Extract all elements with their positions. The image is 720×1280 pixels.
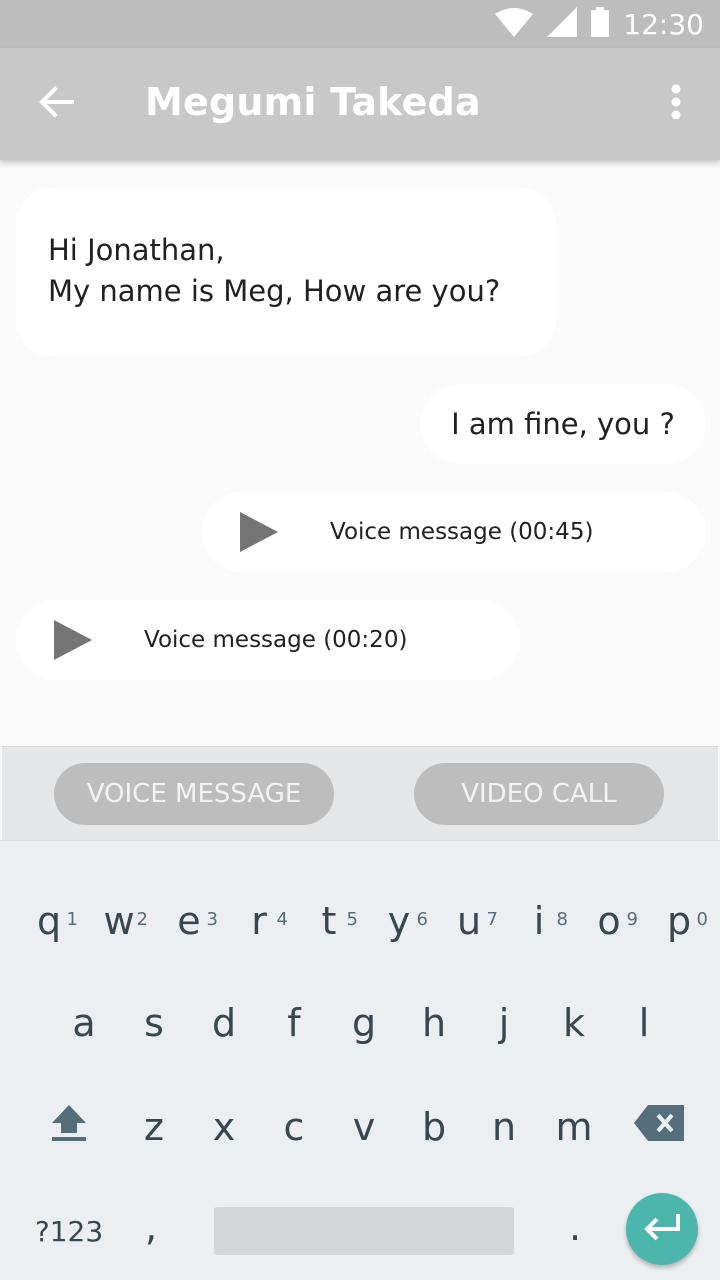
play-icon[interactable] — [52, 618, 96, 662]
key-f[interactable]: f — [259, 973, 329, 1073]
wifi-icon — [495, 7, 534, 42]
key-hint: 6 — [416, 909, 428, 930]
key-label: i — [533, 899, 545, 943]
key-hint: 7 — [486, 909, 498, 930]
cell-signal-icon — [547, 6, 578, 42]
key-d[interactable]: d — [189, 973, 259, 1073]
key-u[interactable]: u7 — [434, 871, 504, 971]
key-q[interactable]: q1 — [14, 871, 84, 971]
outgoing-message-bubble: I am fine, you ? — [420, 384, 706, 464]
key-hint: 2 — [136, 909, 148, 930]
chat-thread[interactable]: Hi Jonathan, My name is Meg, How are you… — [0, 160, 720, 746]
status-bar: 12:30 — [0, 0, 720, 48]
app-bar: Megumi Takeda — [0, 48, 720, 160]
key-i[interactable]: i8 — [504, 871, 574, 971]
key-j[interactable]: j — [469, 973, 539, 1073]
backspace-icon — [634, 1104, 684, 1150]
more-vert-icon — [671, 84, 681, 125]
spacebar[interactable] — [214, 1207, 514, 1255]
key-label: e — [177, 899, 201, 943]
key-x[interactable]: x — [189, 1077, 259, 1177]
key-t[interactable]: t5 — [294, 871, 364, 971]
play-icon[interactable] — [238, 510, 282, 554]
outgoing-voice-message[interactable]: Voice message (00:45) — [202, 492, 706, 572]
video-call-button[interactable]: VIDEO CALL — [414, 763, 664, 825]
period-key[interactable]: . — [540, 1177, 610, 1277]
key-label: q — [36, 899, 62, 943]
key-m[interactable]: m — [539, 1077, 609, 1177]
incoming-voice-message[interactable]: Voice message (00:20) — [16, 600, 520, 680]
back-button[interactable] — [30, 78, 82, 130]
key-g[interactable]: g — [329, 973, 399, 1073]
key-label: p — [666, 899, 692, 943]
key-k[interactable]: k — [539, 973, 609, 1073]
quick-actions-bar: VOICE MESSAGE VIDEO CALL — [2, 746, 718, 840]
backspace-key[interactable] — [624, 1077, 694, 1177]
key-hint: 3 — [206, 909, 218, 930]
voice-message-button[interactable]: VOICE MESSAGE — [54, 763, 334, 825]
key-label: w — [103, 899, 135, 943]
comma-key[interactable]: , — [116, 1177, 186, 1277]
shift-icon — [50, 1103, 88, 1152]
enter-key[interactable] — [626, 1193, 698, 1265]
more-options-button[interactable] — [658, 82, 694, 126]
key-hint: 0 — [696, 909, 708, 930]
key-hint: 4 — [276, 909, 288, 930]
key-l[interactable]: l — [609, 973, 679, 1073]
key-label: u — [456, 899, 482, 943]
key-c[interactable]: c — [259, 1077, 329, 1177]
key-hint: 9 — [626, 909, 638, 930]
key-label: r — [251, 899, 267, 943]
key-y[interactable]: y6 — [364, 871, 434, 971]
key-r[interactable]: r4 — [224, 871, 294, 971]
key-w[interactable]: w2 — [84, 871, 154, 971]
key-hint: 1 — [66, 909, 78, 930]
incoming-message-bubble: Hi Jonathan, My name is Meg, How are you… — [16, 188, 556, 356]
message-line: My name is Meg, How are you? — [48, 274, 501, 308]
shift-key[interactable] — [34, 1077, 104, 1177]
key-a[interactable]: a — [49, 973, 119, 1073]
soft-keyboard: q1 w2 e3 r4 t5 y6 u7 i8 o9 p0 a s d f g … — [0, 840, 720, 1280]
key-z[interactable]: z — [119, 1077, 189, 1177]
voice-message-label: Voice message (00:20) — [144, 627, 408, 653]
battery-icon — [591, 6, 610, 42]
key-o[interactable]: o9 — [574, 871, 644, 971]
status-time: 12:30 — [623, 7, 704, 41]
status-icons: 12:30 — [495, 6, 704, 42]
key-s[interactable]: s — [119, 973, 189, 1073]
key-h[interactable]: h — [399, 973, 469, 1073]
key-b[interactable]: b — [399, 1077, 469, 1177]
key-label: t — [321, 899, 337, 943]
key-hint: 8 — [556, 909, 568, 930]
key-v[interactable]: v — [329, 1077, 399, 1177]
message-text: I am fine, you ? — [451, 407, 675, 441]
symbols-key[interactable]: ?123 — [24, 1181, 114, 1280]
key-e[interactable]: e3 — [154, 871, 224, 971]
key-label: y — [387, 899, 411, 943]
arrow-back-icon — [38, 85, 74, 123]
voice-message-label: Voice message (00:45) — [330, 519, 594, 545]
contact-name-title: Megumi Takeda — [145, 80, 481, 124]
enter-arrow-icon — [642, 1212, 682, 1247]
key-label: o — [597, 899, 621, 943]
key-p[interactable]: p0 — [644, 871, 714, 971]
key-n[interactable]: n — [469, 1077, 539, 1177]
message-line: Hi Jonathan, — [48, 233, 225, 267]
key-hint: 5 — [346, 909, 358, 930]
